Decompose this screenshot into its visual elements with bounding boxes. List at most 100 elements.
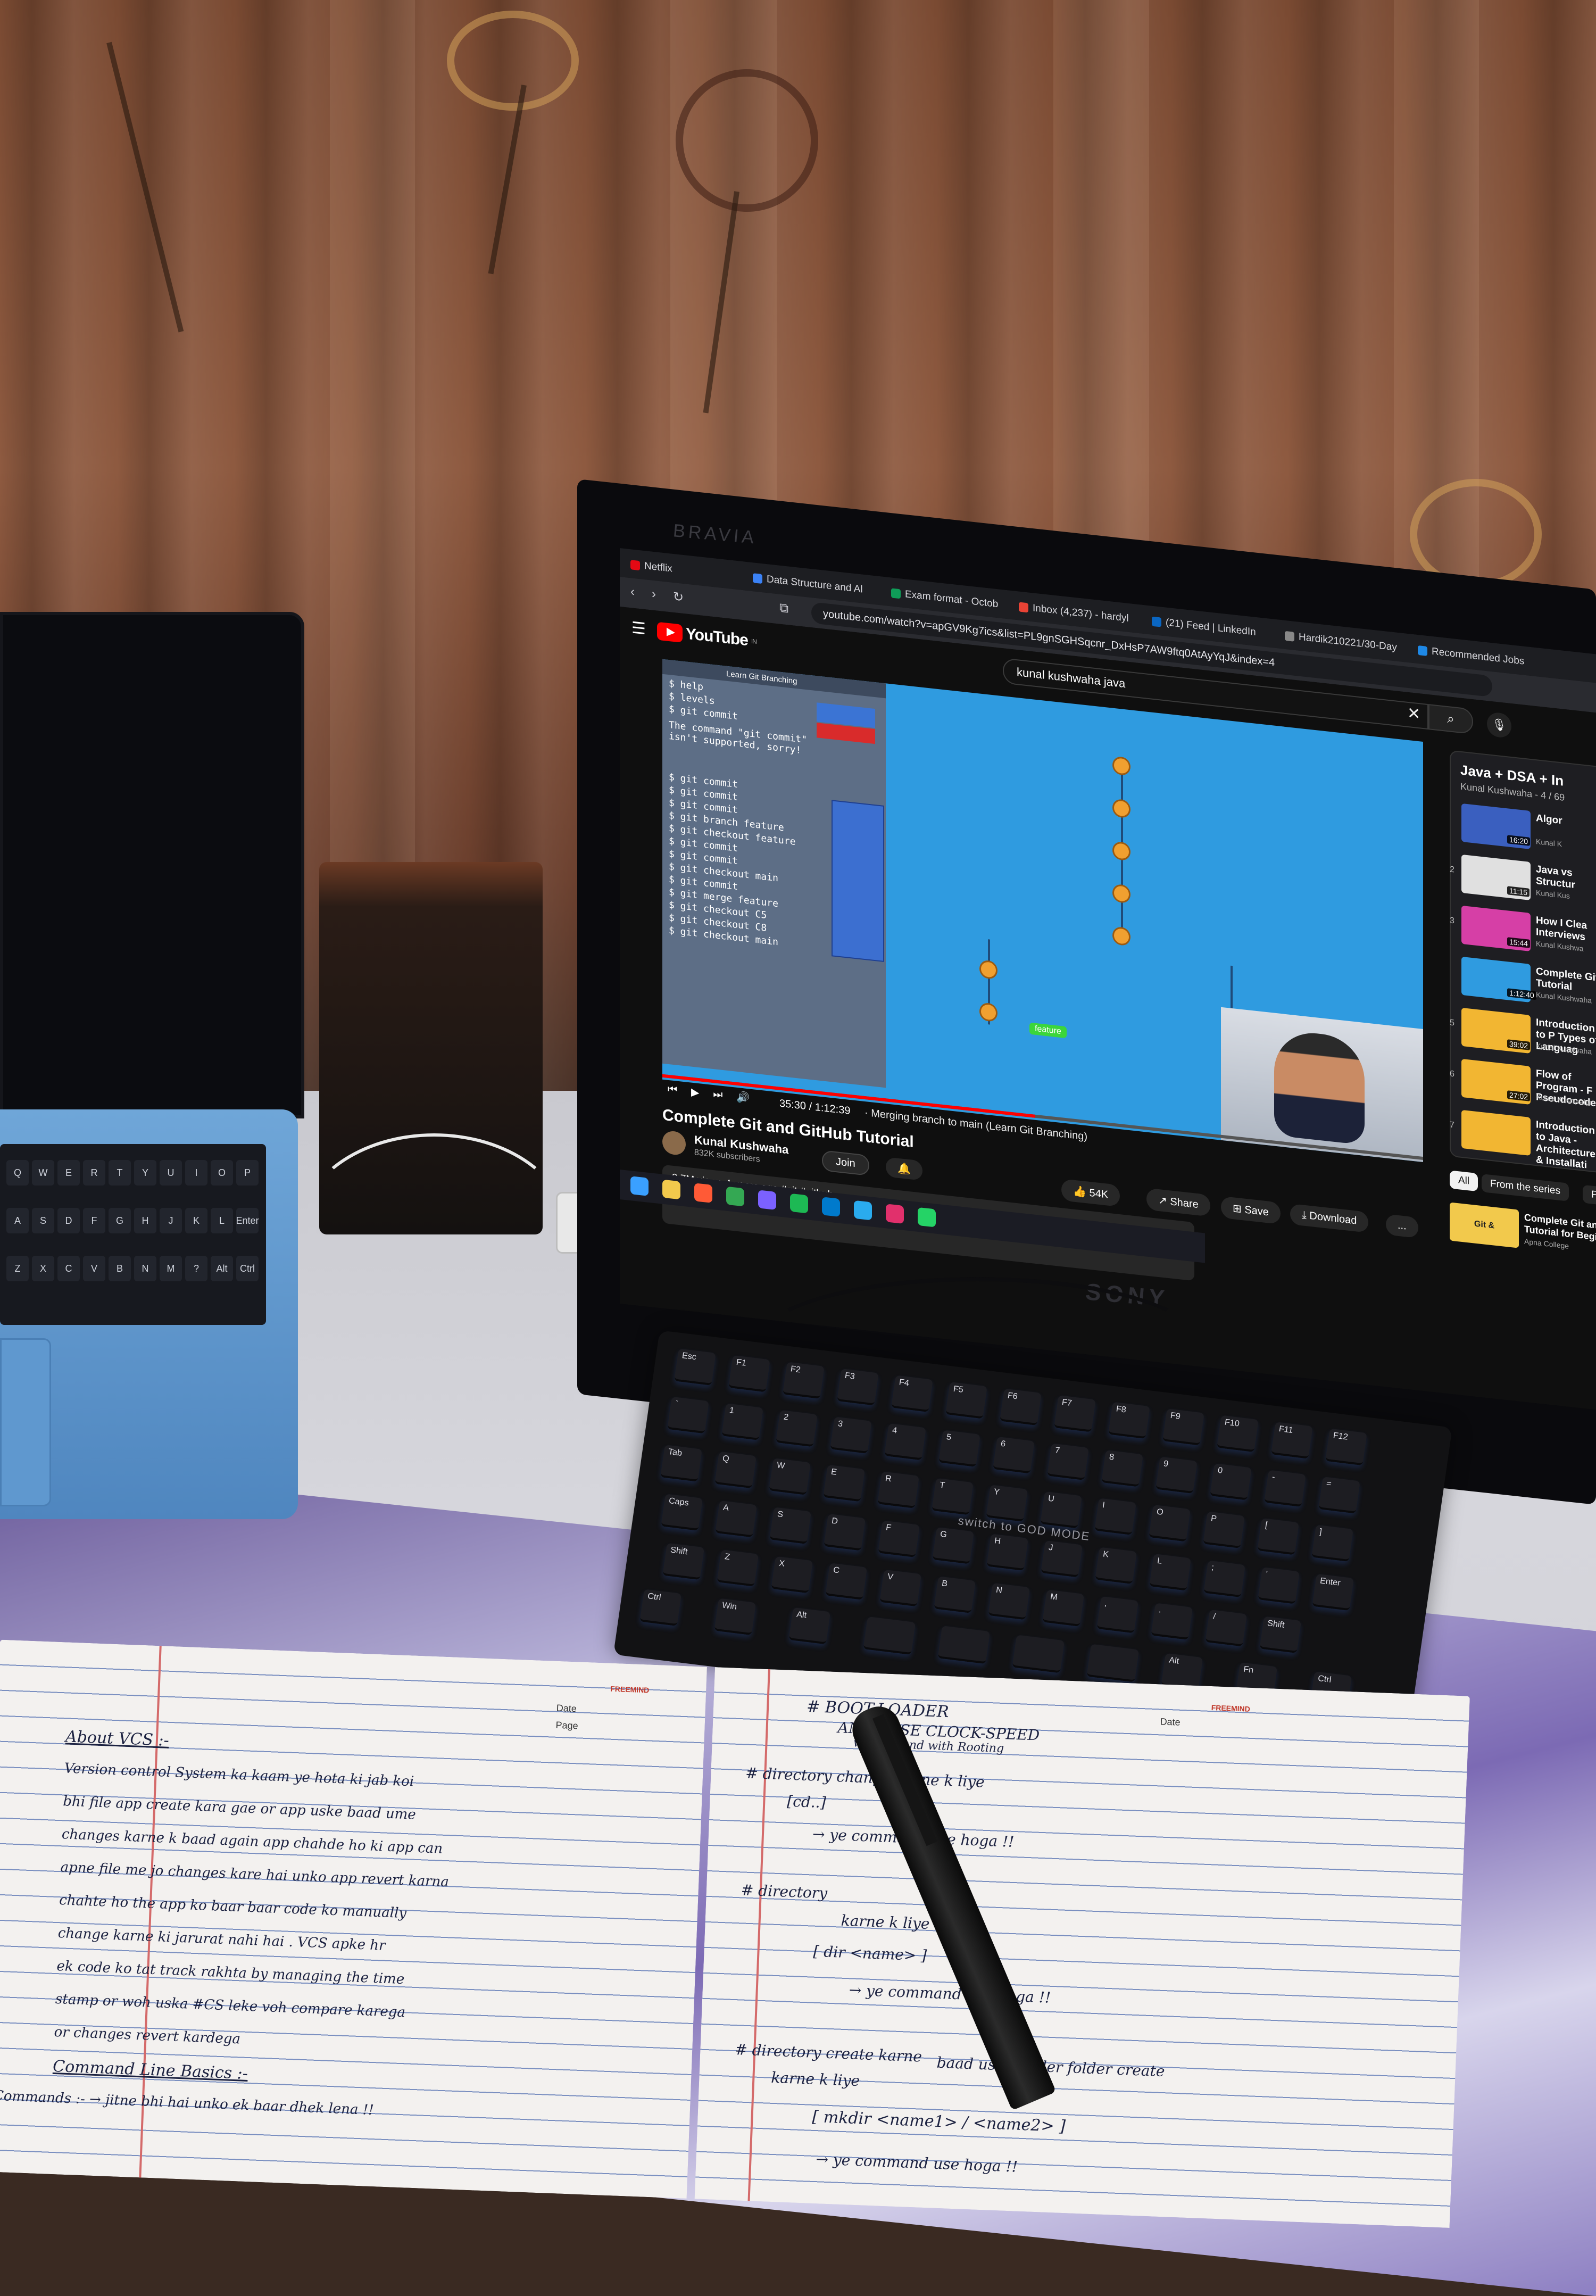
- laptop-key[interactable]: F: [83, 1208, 105, 1233]
- keyboard-key[interactable]: .: [1151, 1603, 1193, 1640]
- keyboard-key[interactable]: C: [825, 1563, 868, 1600]
- keyboard-key[interactable]: [937, 1626, 991, 1664]
- laptop-key[interactable]: L: [211, 1208, 233, 1233]
- keyboard-key[interactable]: R: [877, 1471, 919, 1508]
- laptop-key[interactable]: K: [185, 1208, 207, 1233]
- keyboard-key[interactable]: `: [667, 1396, 709, 1434]
- laptop-key[interactable]: Y: [134, 1160, 156, 1186]
- keyboard-key[interactable]: H: [986, 1534, 1028, 1571]
- instagram-icon[interactable]: [886, 1204, 904, 1224]
- laptop-key[interactable]: E: [57, 1160, 80, 1186]
- keyboard-key[interactable]: T: [932, 1478, 974, 1515]
- keyboard-key[interactable]: F1: [728, 1355, 770, 1392]
- laptop-key[interactable]: Alt: [211, 1256, 233, 1281]
- keyboard-key[interactable]: 6: [993, 1436, 1035, 1474]
- playlist-item-title[interactable]: Introduction to Java - Architecture & In…: [1536, 1119, 1596, 1173]
- spotify-icon[interactable]: [790, 1193, 808, 1214]
- keyboard-key[interactable]: 2: [776, 1410, 818, 1447]
- keyboard-key[interactable]: F8: [1108, 1402, 1150, 1439]
- keyboard-key[interactable]: Caps: [661, 1494, 703, 1531]
- keyboard-key[interactable]: A: [715, 1500, 757, 1538]
- keyboard-key[interactable]: ;: [1203, 1560, 1245, 1598]
- laptop-key[interactable]: S: [32, 1208, 54, 1233]
- laptop-key[interactable]: H: [134, 1208, 156, 1233]
- laptop-key[interactable]: W: [32, 1160, 54, 1186]
- keyboard-key[interactable]: ': [1258, 1567, 1300, 1604]
- keyboard-key[interactable]: B: [934, 1576, 976, 1613]
- keyboard-key[interactable]: O: [1149, 1504, 1191, 1542]
- keyboard-key[interactable]: E: [823, 1464, 865, 1502]
- keyboard-key[interactable]: 7: [1047, 1443, 1089, 1480]
- keyboard-key[interactable]: F3: [837, 1368, 879, 1406]
- keyboard-key[interactable]: K: [1095, 1547, 1137, 1585]
- keyboard-key[interactable]: L: [1149, 1554, 1191, 1591]
- chrome-icon[interactable]: [726, 1186, 744, 1207]
- brave-icon[interactable]: [694, 1183, 712, 1203]
- next-icon[interactable]: ⏭: [713, 1088, 722, 1101]
- keyboard-key[interactable]: F4: [891, 1375, 933, 1413]
- keyboard-key[interactable]: G: [932, 1527, 974, 1564]
- keyboard-key[interactable]: F11: [1271, 1422, 1313, 1459]
- keyboard-key[interactable]: F5: [945, 1382, 987, 1419]
- keyboard-key[interactable]: Alt: [788, 1607, 831, 1645]
- keyboard-key[interactable]: U: [1040, 1491, 1082, 1529]
- keyboard-key[interactable]: Shift: [1259, 1616, 1302, 1654]
- keyboard-key[interactable]: -: [1264, 1470, 1306, 1507]
- keyboard-key[interactable]: N: [988, 1582, 1030, 1620]
- laptop-key[interactable]: T: [109, 1160, 131, 1186]
- keyboard-key[interactable]: I: [1094, 1498, 1136, 1535]
- keyboard-key[interactable]: W: [769, 1458, 811, 1495]
- keyboard-key[interactable]: V: [879, 1569, 922, 1607]
- laptop-key[interactable]: N: [134, 1256, 156, 1281]
- laptop-key[interactable]: B: [109, 1256, 131, 1281]
- laptop-key[interactable]: A: [6, 1208, 29, 1233]
- keyboard-key[interactable]: F10: [1217, 1415, 1259, 1453]
- playlist-item-thumbnail[interactable]: [1461, 1109, 1531, 1156]
- keyboard-key[interactable]: Win: [714, 1598, 757, 1636]
- keyboard-key[interactable]: J: [1041, 1540, 1083, 1578]
- laptop-key[interactable]: P: [236, 1160, 259, 1186]
- keyboard-key[interactable]: ,: [1096, 1596, 1139, 1634]
- keyboard-key[interactable]: F12: [1325, 1428, 1367, 1466]
- laptop-key[interactable]: I: [185, 1160, 207, 1186]
- laptop-trackpad[interactable]: [0, 1338, 51, 1506]
- keyboard-key[interactable]: F9: [1162, 1408, 1204, 1446]
- laptop-key[interactable]: Z: [6, 1256, 29, 1281]
- keyboard-key[interactable]: Enter: [1312, 1573, 1354, 1611]
- keyboard-key[interactable]: 3: [830, 1416, 872, 1454]
- keyboard-key[interactable]: D: [824, 1513, 866, 1551]
- keyboard-key[interactable]: [1012, 1635, 1065, 1673]
- keyboard-key[interactable]: 4: [884, 1423, 926, 1461]
- reload-icon[interactable]: ↻: [673, 589, 684, 606]
- keyboard-key[interactable]: Y: [986, 1485, 1028, 1522]
- clear-search-icon[interactable]: ✕: [1407, 704, 1420, 724]
- keyboard-key[interactable]: F: [878, 1520, 920, 1557]
- laptop-key[interactable]: M: [160, 1256, 182, 1281]
- keyboard-key[interactable]: Tab: [660, 1445, 702, 1482]
- laptop-key[interactable]: O: [211, 1160, 233, 1186]
- keyboard-key[interactable]: Z: [717, 1549, 759, 1587]
- recommended-thumbnail[interactable]: Git &: [1450, 1202, 1519, 1248]
- keyboard-key[interactable]: F6: [1000, 1388, 1042, 1426]
- previous-icon[interactable]: ⏮: [668, 1083, 677, 1097]
- keyboard-key[interactable]: F2: [783, 1362, 825, 1399]
- telegram-icon[interactable]: [854, 1200, 872, 1221]
- laptop-key[interactable]: U: [160, 1160, 182, 1186]
- app-icon[interactable]: [758, 1190, 776, 1210]
- keyboard-key[interactable]: [: [1257, 1518, 1299, 1555]
- keyboard-key[interactable]: Esc: [674, 1348, 716, 1386]
- keyboard-key[interactable]: S: [769, 1507, 811, 1544]
- volume-icon[interactable]: 🔊: [736, 1090, 750, 1105]
- keyboard-key[interactable]: P: [1203, 1511, 1245, 1548]
- whatsapp-icon[interactable]: [918, 1207, 936, 1228]
- bookmark-icon[interactable]: ⧉: [779, 601, 788, 617]
- keyboard-key[interactable]: 1: [721, 1403, 763, 1440]
- keyboard-key[interactable]: 9: [1156, 1456, 1198, 1494]
- laptop-key[interactable]: X: [32, 1256, 54, 1281]
- chip-all[interactable]: All: [1450, 1170, 1478, 1192]
- file-explorer-icon[interactable]: [662, 1179, 680, 1200]
- keyboard-key[interactable]: [1086, 1644, 1140, 1682]
- keyboard-key[interactable]: 0: [1210, 1463, 1252, 1501]
- keyboard-key[interactable]: /: [1205, 1609, 1248, 1647]
- laptop-key[interactable]: G: [109, 1208, 131, 1233]
